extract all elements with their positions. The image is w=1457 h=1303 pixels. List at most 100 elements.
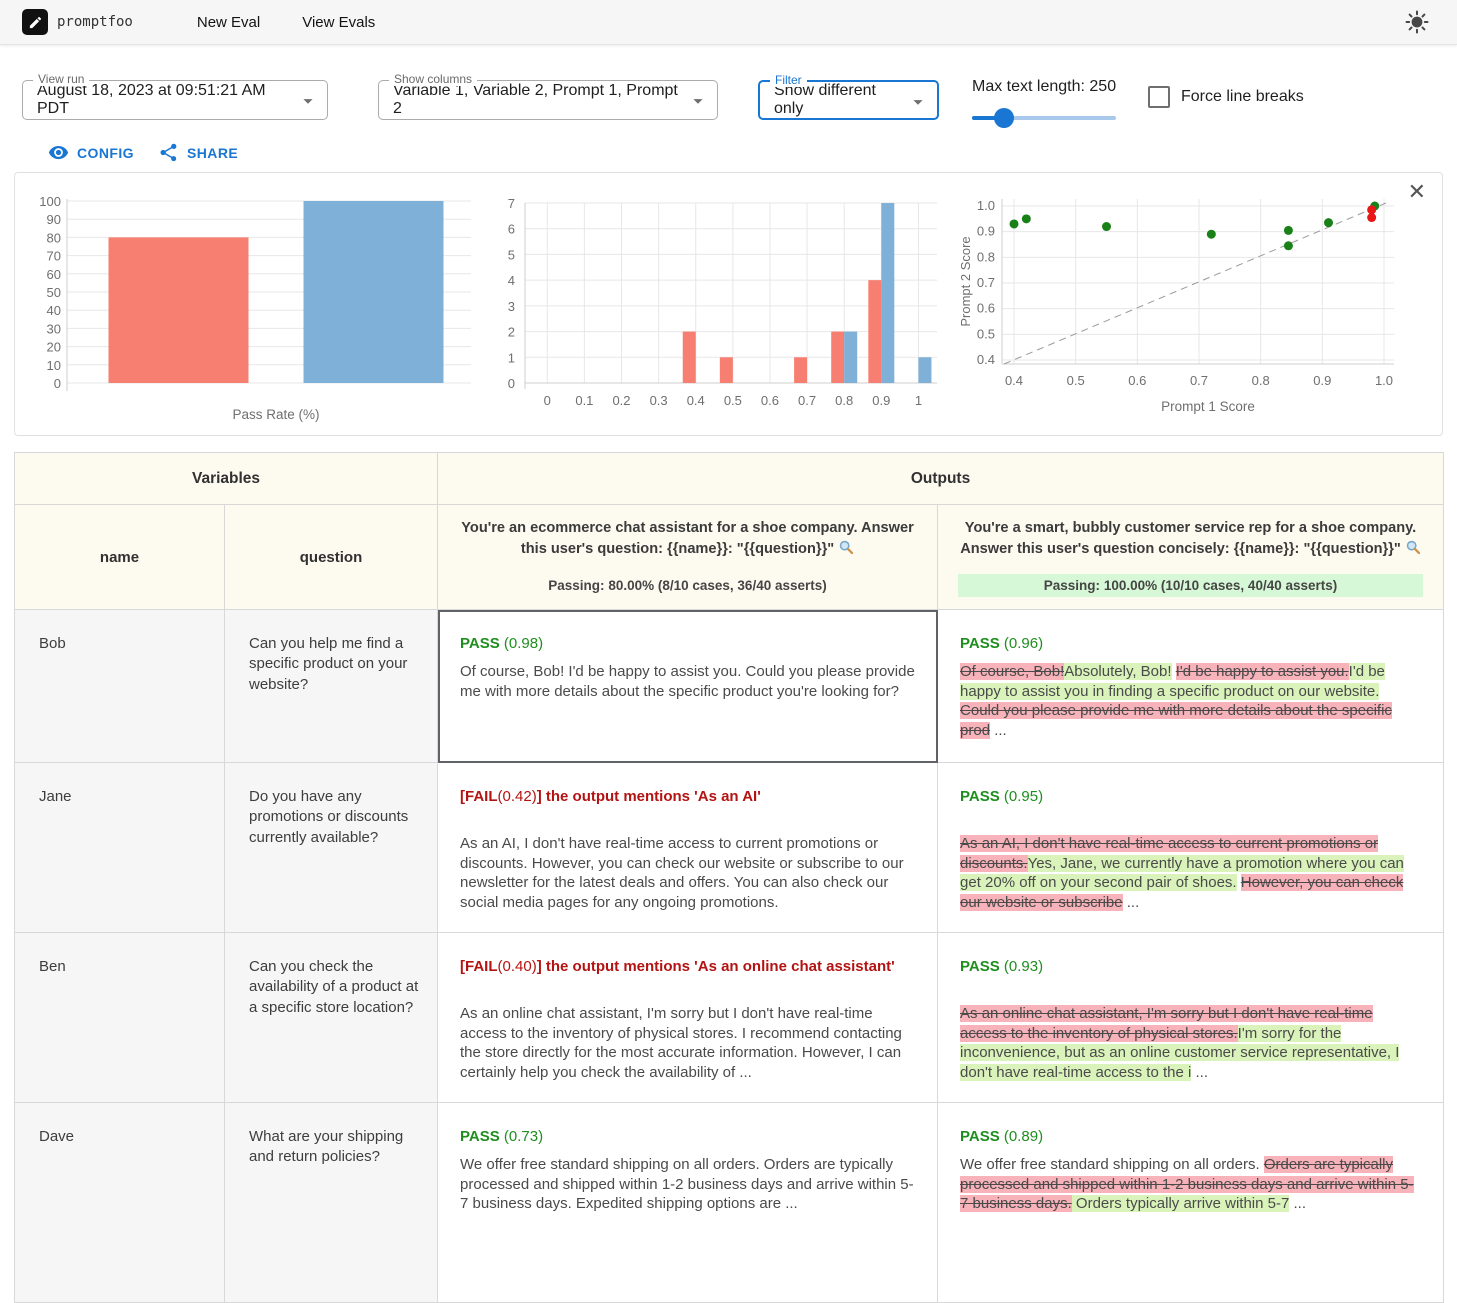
diff-added: Orders typically arrive within 5-7 <box>1072 1195 1290 1212</box>
charts-panel: 0102030405060708090100Pass Rate (%) 0123… <box>14 172 1443 436</box>
row-name-cell: Bob <box>15 610 225 763</box>
output-cell[interactable]: PASS (0.95)As an AI, I don't have real-t… <box>938 763 1444 933</box>
svg-text:6: 6 <box>508 222 515 237</box>
share-button[interactable]: SHARE <box>158 142 238 163</box>
prompt-1-header: You're an ecommerce chat assistant for a… <box>438 505 938 610</box>
column-header-row: name question You're an ecommerce chat a… <box>15 505 1444 610</box>
svg-text:0.9: 0.9 <box>1313 373 1331 388</box>
prompt-2-passing-stats: Passing: 100.00% (10/10 cases, 40/40 ass… <box>958 574 1423 597</box>
svg-text:0.7: 0.7 <box>798 393 816 408</box>
verdict-line: PASS (0.98) <box>460 634 915 654</box>
svg-text:0: 0 <box>54 376 61 391</box>
slider-thumb[interactable] <box>994 108 1014 128</box>
magnifier-icon[interactable] <box>838 539 854 562</box>
group-header-row: Variables Outputs <box>15 453 1444 505</box>
filter-label: Filter <box>770 73 807 87</box>
verdict-line: [FAIL(0.42)] the output mentions 'As an … <box>460 787 915 807</box>
force-line-breaks-checkbox[interactable] <box>1148 86 1170 108</box>
svg-text:0.8: 0.8 <box>835 393 853 408</box>
verdict-line: PASS (0.89) <box>960 1127 1421 1147</box>
chevron-down-icon <box>297 90 319 112</box>
show-columns-select[interactable]: Show columns Variable 1, Variable 2, Pro… <box>378 80 718 120</box>
svg-text:0.5: 0.5 <box>1067 373 1085 388</box>
svg-text:0.6: 0.6 <box>761 393 779 408</box>
magnifier-icon[interactable] <box>1405 539 1421 562</box>
svg-text:0.5: 0.5 <box>977 326 995 341</box>
output-cell[interactable]: PASS (0.73)We offer free standard shippi… <box>438 1103 938 1303</box>
svg-text:0.1: 0.1 <box>575 393 593 408</box>
variables-group-header: Variables <box>15 453 438 505</box>
svg-text:0.6: 0.6 <box>977 301 995 316</box>
nav-link-new-eval[interactable]: New Eval <box>197 14 260 31</box>
view-run-select[interactable]: View run August 18, 2023 at 09:51:21 AM … <box>22 80 328 120</box>
output-cell[interactable]: PASS (0.96) Of course, Bob!Absolutely, Bo… <box>938 610 1444 763</box>
output-cell[interactable]: PASS (0.93)As an online chat assistant, … <box>938 933 1444 1103</box>
svg-text:Prompt 1 Score: Prompt 1 Score <box>1161 399 1255 414</box>
svg-text:50: 50 <box>47 285 61 300</box>
close-charts-icon[interactable]: ✕ <box>1408 181 1426 203</box>
outputs-group-header: Outputs <box>438 453 1444 505</box>
diff-removed: Could you please provide me with more de… <box>960 702 1392 739</box>
output-cell[interactable]: PASS (0.98) Of course, Bob! I'd be happy … <box>438 610 938 763</box>
svg-text:0.9: 0.9 <box>872 393 890 408</box>
svg-text:90: 90 <box>47 212 61 227</box>
output-text: Of course, Bob! I'd be happy to assist y… <box>460 662 915 702</box>
svg-text:0.4: 0.4 <box>1005 373 1023 388</box>
table-row: BenCan you check the availability of a p… <box>15 933 1444 1103</box>
svg-text:Prompt 2 Score: Prompt 2 Score <box>958 236 973 326</box>
verdict-line: PASS (0.95) <box>960 787 1421 807</box>
diff-removed: I'd be happy to assist you. <box>1176 663 1349 680</box>
verdict-line: PASS (0.73) <box>460 1127 915 1147</box>
svg-text:0.7: 0.7 <box>977 275 995 290</box>
svg-text:0.7: 0.7 <box>1190 373 1208 388</box>
promptfoo-brand[interactable]: promptfoo <box>22 9 133 35</box>
output-text: As an online chat assistant, I'm sorry b… <box>460 1004 915 1083</box>
force-line-breaks-control[interactable]: Force line breaks <box>1148 86 1304 108</box>
svg-text:100: 100 <box>39 194 61 209</box>
output-cell[interactable]: [FAIL(0.40)] the output mentions 'As an … <box>438 933 938 1103</box>
table-row: JaneDo you have any promotions or discou… <box>15 763 1444 933</box>
svg-text:2: 2 <box>508 325 515 340</box>
verdict-line: PASS (0.96) <box>960 634 1421 654</box>
svg-text:0.2: 0.2 <box>612 393 630 408</box>
brand-name: promptfoo <box>57 14 133 30</box>
filter-select[interactable]: Filter Show different only <box>758 80 939 120</box>
row-question-cell: What are your shipping and return polici… <box>225 1103 438 1303</box>
row-name-cell: Ben <box>15 933 225 1103</box>
prompt-1-passing-stats: Passing: 80.00% (8/10 cases, 36/40 asser… <box>458 574 917 597</box>
svg-text:60: 60 <box>47 267 61 282</box>
output-text: As an online chat assistant, I'm sorry b… <box>960 1004 1421 1083</box>
output-cell[interactable]: PASS (0.89)We offer free standard shippi… <box>938 1103 1444 1303</box>
verdict-line: [FAIL(0.40)] the output mentions 'As an … <box>460 957 915 977</box>
share-icon <box>158 142 179 163</box>
svg-text:1: 1 <box>508 350 515 365</box>
max-text-length-control: Max text length: 250 <box>972 78 1116 128</box>
theme-toggle-sun-icon[interactable] <box>1405 10 1429 34</box>
svg-text:0: 0 <box>508 376 515 391</box>
row-question-cell: Do you have any promotions or discounts … <box>225 763 438 933</box>
row-question-cell: Can you check the availability of a prod… <box>225 933 438 1103</box>
svg-text:0.3: 0.3 <box>650 393 668 408</box>
row-name-cell: Jane <box>15 763 225 933</box>
view-run-value: August 18, 2023 at 09:51:21 AM PDT <box>37 82 293 118</box>
show-columns-label: Show columns <box>389 72 477 86</box>
diff-added: Absolutely, Bob! <box>1064 663 1171 680</box>
output-cell[interactable]: [FAIL(0.42)] the output mentions 'As an … <box>438 763 938 933</box>
score-histogram-chart: 0123456700.10.20.30.40.50.60.70.80.91 <box>493 187 943 435</box>
svg-text:4: 4 <box>508 273 515 288</box>
config-button[interactable]: CONFIG <box>48 142 134 163</box>
nav-link-view-evals[interactable]: View Evals <box>302 14 375 31</box>
max-text-length-label: Max text length: 250 <box>972 78 1116 96</box>
svg-text:40: 40 <box>47 303 61 318</box>
svg-text:1.0: 1.0 <box>977 198 995 213</box>
diff-removed: Of course, Bob! <box>960 663 1064 680</box>
svg-text:0.4: 0.4 <box>977 352 995 367</box>
svg-text:0.4: 0.4 <box>687 393 705 408</box>
svg-text:0.8: 0.8 <box>977 249 995 264</box>
svg-text:Pass Rate (%): Pass Rate (%) <box>232 407 319 422</box>
show-columns-value: Variable 1, Variable 2, Prompt 1, Prompt… <box>393 82 683 118</box>
svg-text:70: 70 <box>47 249 61 264</box>
output-text: As an AI, I don't have real-time access … <box>460 834 915 913</box>
chevron-down-icon <box>907 91 929 113</box>
max-text-length-slider[interactable] <box>972 108 1116 128</box>
